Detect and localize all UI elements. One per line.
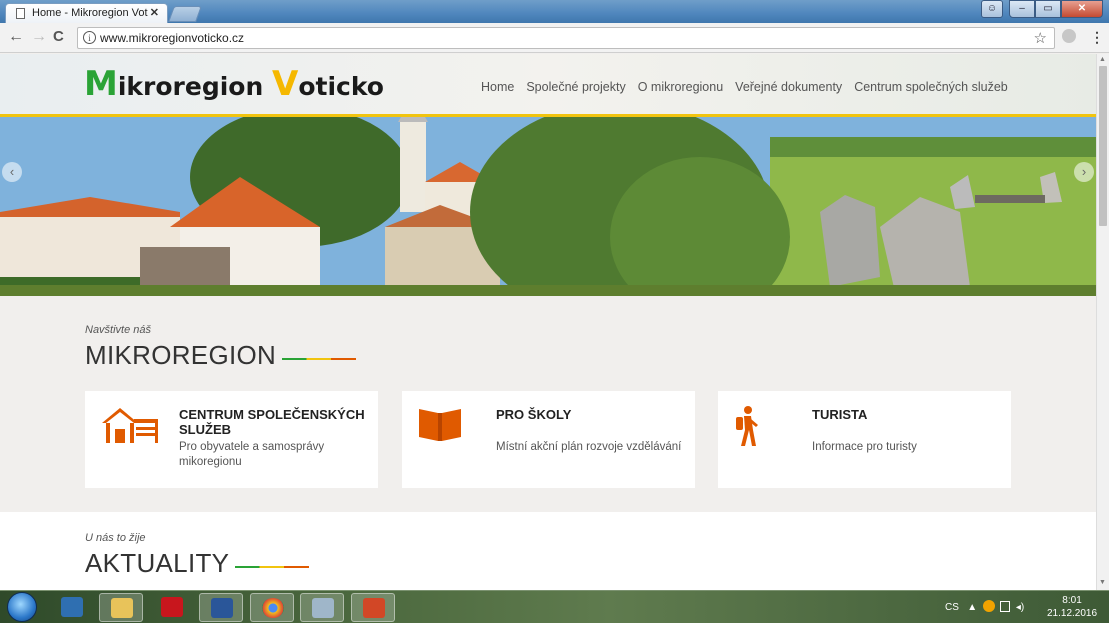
site-logo[interactable]: Mikroregion Voticko bbox=[84, 64, 384, 104]
tab-close-icon[interactable]: ✕ bbox=[150, 6, 159, 19]
back-button[interactable]: ← bbox=[8, 28, 24, 46]
browser-menu-icon[interactable]: ⋮ bbox=[1090, 29, 1104, 46]
url-text: www.mikroregionvoticko.cz bbox=[100, 31, 245, 45]
clock-date: 21.12.2016 bbox=[1047, 608, 1098, 619]
news-section: U nás to žije AKTUALITY bbox=[0, 512, 1096, 590]
card-title: TURISTA bbox=[812, 407, 868, 422]
word-icon[interactable] bbox=[199, 593, 243, 622]
acrobat-icon[interactable] bbox=[150, 593, 194, 622]
bookmark-star-icon[interactable]: ☆ bbox=[1034, 29, 1047, 47]
hero-next-button[interactable]: › bbox=[1074, 162, 1094, 182]
language-indicator[interactable]: CS bbox=[945, 602, 959, 613]
volume-icon[interactable]: ◂) bbox=[1016, 602, 1024, 613]
card-desc: Pro obyvatele a samosprávy mikoregionu bbox=[179, 441, 325, 468]
tricolor-underline bbox=[235, 566, 310, 568]
tab-title: Home - Mikroregion Vot bbox=[32, 7, 148, 19]
show-hidden-icons[interactable]: ▲ bbox=[967, 602, 977, 613]
chrome-icon[interactable] bbox=[250, 593, 294, 622]
book-icon bbox=[419, 409, 461, 441]
new-tab-button[interactable] bbox=[168, 6, 202, 22]
site-info-icon[interactable]: i bbox=[83, 31, 96, 44]
card-centrum-sluzeb[interactable]: CENTRUM SPOLEČENSKÝCH SLUŽEB Pro obyvate… bbox=[85, 391, 378, 488]
hiker-icon bbox=[736, 406, 758, 446]
nav-spolecne-projekty[interactable]: Společné projekty bbox=[526, 80, 625, 94]
tricolor-underline bbox=[282, 358, 357, 360]
nav-centrum-sluzeb[interactable]: Centrum společných služeb bbox=[854, 80, 1008, 94]
clock-time: 8:01 bbox=[1062, 595, 1082, 606]
minimize-button[interactable]: – bbox=[1009, 0, 1035, 18]
forward-button[interactable]: → bbox=[31, 28, 47, 46]
address-bar[interactable]: i www.mikroregionvoticko.cz ☆ bbox=[77, 27, 1055, 49]
news-eyebrow: U nás to žije bbox=[85, 532, 146, 544]
region-title: MIKROREGION bbox=[85, 340, 357, 371]
page-scrollbar[interactable]: ▲ ▼ bbox=[1096, 54, 1109, 590]
system-clock[interactable]: 8:01 21.12.2016 bbox=[1047, 594, 1097, 620]
powerpoint-icon[interactable] bbox=[351, 593, 395, 622]
scroll-down-icon[interactable]: ▼ bbox=[1099, 579, 1106, 586]
scrollbar-thumb[interactable] bbox=[1099, 66, 1107, 226]
browser-tab[interactable]: Home - Mikroregion Vot ✕ bbox=[5, 3, 168, 23]
network-icon[interactable] bbox=[1000, 601, 1011, 612]
card-desc: Místní akční plán rozvoje vzdělávání bbox=[496, 441, 682, 453]
extension-icon[interactable] bbox=[1062, 29, 1076, 43]
browser-toolbar: ← → C i www.mikroregionvoticko.cz ☆ ⋮ bbox=[0, 23, 1109, 53]
nav-o-mikroregionu[interactable]: O mikroregionu bbox=[638, 80, 723, 94]
card-desc: Informace pro turisty bbox=[812, 441, 917, 453]
hero-image bbox=[0, 117, 1096, 296]
notification-icon[interactable] bbox=[982, 600, 995, 612]
news-title: AKTUALITY bbox=[85, 548, 310, 579]
scroll-up-icon[interactable]: ▲ bbox=[1099, 56, 1106, 63]
card-turista[interactable]: TURISTA Informace pro turisty bbox=[718, 391, 1011, 488]
card-title: CENTRUM SPOLEČENSKÝCH SLUŽEB bbox=[179, 407, 365, 437]
main-nav: Home Společné projekty O mikroregionu Ve… bbox=[481, 80, 1008, 94]
site-header: Mikroregion Voticko Home Společné projek… bbox=[0, 54, 1096, 117]
region-section: Navštivte náš MIKROREGION CENTRUM SPOLEČ… bbox=[0, 296, 1096, 512]
card-pro-skoly[interactable]: PRO ŠKOLY Místní akční plán rozvoje vzdě… bbox=[402, 391, 695, 488]
system-tray: CS ▲ ◂) bbox=[945, 600, 1024, 613]
page-icon bbox=[16, 8, 25, 19]
hero-prev-button[interactable]: ‹ bbox=[2, 162, 22, 182]
nav-verejne-dokumenty[interactable]: Veřejné dokumenty bbox=[735, 80, 842, 94]
windows-taskbar: CS ▲ ◂) 8:01 21.12.2016 bbox=[0, 590, 1109, 623]
window-controls: ☺ – ▭ ✕ bbox=[981, 0, 1103, 18]
user-profile-icon[interactable]: ☺ bbox=[981, 0, 1003, 18]
hero-slider: ‹ › bbox=[0, 117, 1096, 296]
window-titlebar: Home - Mikroregion Vot ✕ ☺ – ▭ ✕ bbox=[0, 0, 1109, 23]
file-manager-icon[interactable] bbox=[99, 593, 143, 622]
page-viewport: Mikroregion Voticko Home Společné projek… bbox=[0, 54, 1096, 590]
explorer-icon[interactable] bbox=[50, 593, 94, 622]
nav-home[interactable]: Home bbox=[481, 80, 514, 94]
house-garage-icon bbox=[102, 408, 158, 443]
library-icon[interactable] bbox=[300, 593, 344, 622]
region-eyebrow: Navštivte náš bbox=[85, 324, 152, 336]
close-button[interactable]: ✕ bbox=[1061, 0, 1103, 18]
restore-button[interactable]: ▭ bbox=[1035, 0, 1061, 18]
card-title: PRO ŠKOLY bbox=[496, 407, 572, 422]
reload-button[interactable]: C bbox=[53, 28, 64, 45]
start-button[interactable] bbox=[7, 592, 37, 622]
